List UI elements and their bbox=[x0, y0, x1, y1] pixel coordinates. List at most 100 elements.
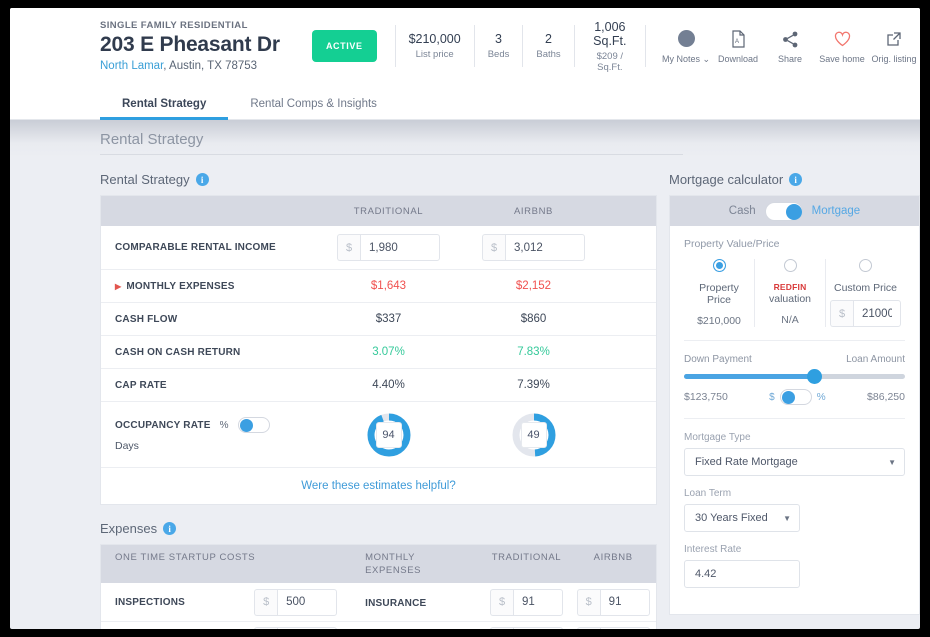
insurance-airbnb-input[interactable] bbox=[599, 588, 650, 616]
occupancy-unit-toggle[interactable] bbox=[237, 417, 270, 433]
estimates-helpful-link[interactable]: Were these estimates helpful? bbox=[101, 468, 656, 504]
cell-airbnb: $ bbox=[570, 627, 656, 629]
info-icon[interactable]: i bbox=[195, 173, 209, 186]
cash-mortgage-toggle[interactable] bbox=[764, 201, 803, 221]
interest-rate-label: Interest Rate bbox=[684, 544, 742, 555]
table-row: CASH FLOW $337 $860 bbox=[101, 303, 656, 336]
download-button[interactable]: A Download bbox=[712, 28, 764, 64]
tab-rental-strategy[interactable]: Rental Strategy bbox=[100, 98, 229, 120]
radio-property-price[interactable] bbox=[712, 259, 726, 272]
utilities-airbnb-input[interactable] bbox=[599, 627, 650, 629]
mortgage-type-field: Mortgage Type Fixed Rate Mortgage ▼ bbox=[684, 432, 905, 476]
rental-income-airbnb-input[interactable] bbox=[505, 234, 585, 261]
share-button[interactable]: Share bbox=[764, 28, 816, 64]
cell-traditional: $1,643 bbox=[370, 280, 407, 292]
insurance-traditional-input[interactable] bbox=[513, 588, 564, 616]
col-header-traditional: TRADITIONAL bbox=[353, 205, 424, 217]
rental-income-traditional-input[interactable] bbox=[360, 234, 440, 261]
action-label: Orig. listing bbox=[871, 54, 917, 64]
currency-prefix: $ bbox=[482, 234, 505, 261]
unit-toggle-group: $ % bbox=[769, 389, 826, 405]
loan-term-select[interactable]: 30 Years Fixed ▼ bbox=[684, 504, 800, 532]
repair-costs-input-group: $ bbox=[254, 627, 338, 629]
stat-label: Beds bbox=[487, 49, 510, 60]
rental-income-traditional-input-group: $ bbox=[337, 234, 440, 261]
loan-amount-label: Loan Amount bbox=[846, 354, 905, 365]
rental-strategy-table: TRADITIONAL AIRBNB COMPARABLE RENTAL INC… bbox=[100, 195, 657, 505]
dollar-percent-toggle[interactable] bbox=[779, 389, 812, 405]
repair-costs-input[interactable] bbox=[277, 627, 338, 629]
cash-mortgage-toggle-row: Cash Mortgage bbox=[670, 196, 919, 226]
monthly-header-line2: EXPENSES bbox=[365, 565, 422, 576]
chevron-right-icon[interactable]: ▶ bbox=[115, 282, 121, 291]
page-body: Rental Strategy i TRADITIONAL AIRBNB COM… bbox=[10, 158, 920, 629]
action-label: My Notes ⌄ bbox=[661, 53, 711, 64]
slider-thumb[interactable] bbox=[807, 369, 823, 384]
cell-airbnb: $2,152 bbox=[515, 280, 552, 292]
table-header-row: TRADITIONAL AIRBNB bbox=[101, 196, 656, 226]
cell-traditional: 4.40% bbox=[372, 379, 405, 391]
option-value: $210,000 bbox=[697, 315, 741, 327]
info-icon[interactable]: i bbox=[163, 522, 177, 535]
row-label-monthly-expenses[interactable]: ▶ MONTHLY EXPENSES bbox=[101, 281, 316, 292]
divider bbox=[684, 418, 905, 419]
page-title-strip: Rental Strategy bbox=[10, 120, 920, 158]
stat-label: Baths bbox=[536, 49, 561, 60]
row-label-insurance: INSURANCE bbox=[365, 598, 427, 609]
option-property-price[interactable]: Property Price $210,000 bbox=[684, 259, 755, 327]
radio-custom-price[interactable] bbox=[859, 259, 872, 272]
insurance-traditional-input-group: $ bbox=[490, 588, 564, 616]
occupancy-value-airbnb: 49 bbox=[520, 421, 547, 448]
cell-airbnb: 7.83% bbox=[517, 346, 550, 358]
currency-prefix: $ bbox=[490, 588, 514, 616]
table-row: TOTAL REPAIR COSTS $ UTILITIES $ bbox=[101, 621, 656, 629]
custom-price-input[interactable] bbox=[853, 300, 901, 327]
radio-redfin-valuation[interactable] bbox=[783, 259, 797, 272]
orig-listing-button[interactable]: Orig. listing bbox=[868, 28, 920, 64]
unit-dollar-label: $ bbox=[769, 391, 775, 403]
cash-label[interactable]: Cash bbox=[729, 205, 756, 217]
insurance-airbnb-input-group: $ bbox=[576, 588, 650, 616]
info-icon[interactable]: i bbox=[789, 173, 803, 186]
rental-income-airbnb-input-group: $ bbox=[482, 234, 585, 261]
right-column: Mortgage calculator i Cash Mortgage Prop… bbox=[669, 172, 920, 629]
interest-rate-input-box[interactable]: 4.42 bbox=[684, 560, 800, 588]
neighborhood-link[interactable]: North Lamar bbox=[100, 60, 163, 72]
occupancy-rate-row: OCCUPANCY RATE % Days 94 49 bbox=[101, 402, 656, 468]
cell-traditional: 94 bbox=[316, 412, 461, 458]
inspections-input[interactable] bbox=[277, 588, 338, 616]
currency-prefix: $ bbox=[254, 627, 278, 629]
action-label: Save home bbox=[819, 54, 865, 64]
cell-traditional: $ bbox=[483, 627, 571, 629]
utilities-traditional-input[interactable] bbox=[513, 627, 564, 629]
utilities-airbnb-input-group: $ bbox=[576, 627, 650, 629]
app-viewport: SINGLE FAMILY RESIDENTIAL 203 E Pheasant… bbox=[10, 8, 920, 629]
row-label-cash-flow: CASH FLOW bbox=[115, 313, 178, 325]
loan-amount-value: $86,250 bbox=[867, 391, 905, 403]
mortgage-label[interactable]: Mortgage bbox=[812, 205, 861, 217]
currency-prefix: $ bbox=[254, 588, 278, 616]
option-label: valuation bbox=[768, 293, 812, 305]
expenses-table: ONE TIME STARTUP COSTS MONTHLY EXPENSES … bbox=[100, 544, 657, 629]
save-home-button[interactable]: Save home bbox=[816, 28, 868, 64]
interest-rate-value: 4.42 bbox=[695, 568, 717, 580]
my-notes-button[interactable]: My Notes ⌄ bbox=[660, 28, 712, 65]
option-redfin-valuation[interactable]: REDFIN valuation N/A bbox=[755, 259, 826, 327]
option-custom-price[interactable]: Custom Price $ bbox=[826, 259, 905, 327]
mortgage-calculator-panel: Cash Mortgage Property Value/Price Prope… bbox=[669, 195, 920, 615]
table-row[interactable]: ▶ MONTHLY EXPENSES $1,643 $2,152 bbox=[101, 270, 656, 303]
monthly-header-line1: MONTHLY bbox=[365, 552, 416, 563]
tab-rental-comps-insights[interactable]: Rental Comps & Insights bbox=[228, 98, 399, 119]
mortgage-type-select[interactable]: Fixed Rate Mortgage ▼ bbox=[684, 448, 905, 476]
slider-fill bbox=[684, 374, 815, 379]
section-title: Expenses bbox=[100, 521, 158, 536]
tab-bar: Rental Strategy Rental Comps & Insights bbox=[10, 84, 920, 120]
slider-values: $123,750 $ % $86,250 bbox=[684, 389, 905, 405]
chevron-down-icon: ▼ bbox=[783, 513, 791, 523]
occupancy-label-group: OCCUPANCY RATE % Days bbox=[101, 417, 316, 452]
down-payment-slider[interactable] bbox=[684, 369, 905, 384]
section-title: Rental Strategy bbox=[100, 172, 190, 187]
property-value-options: Property Price $210,000 REDFIN valuation… bbox=[684, 259, 905, 327]
action-label: Download bbox=[717, 54, 759, 64]
address-subtitle: North Lamar, Austin, TX 78753 bbox=[100, 60, 312, 72]
